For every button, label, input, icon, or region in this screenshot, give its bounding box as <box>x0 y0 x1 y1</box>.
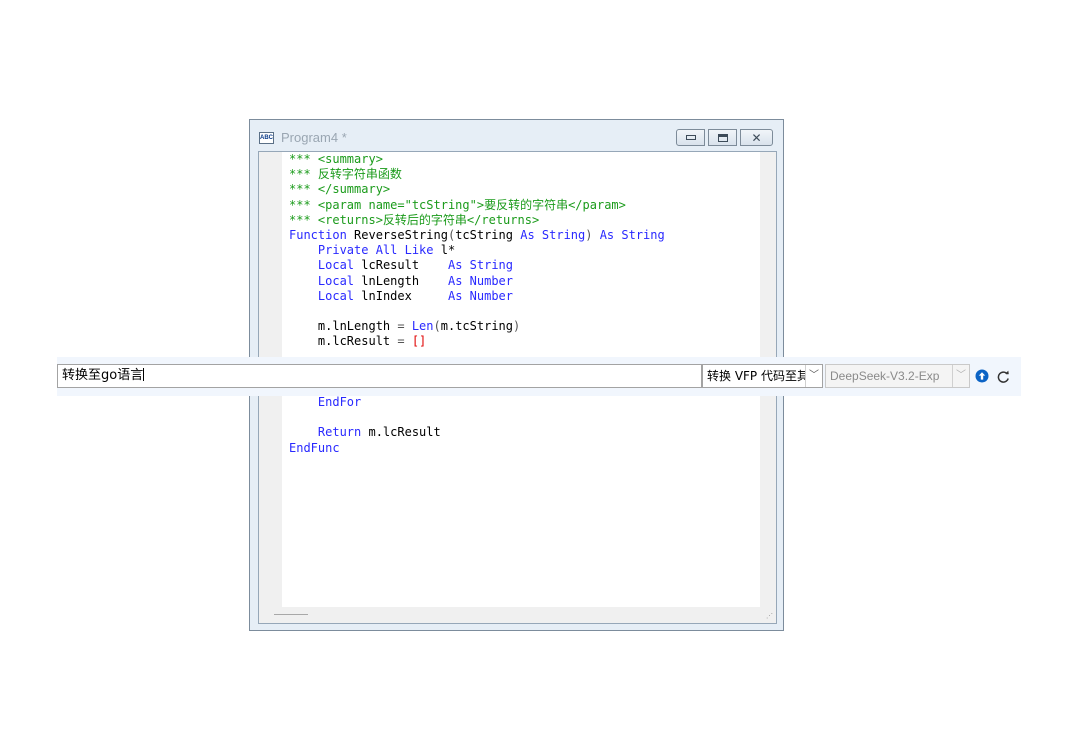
code-line: EndFor <box>289 395 665 410</box>
minimize-icon <box>685 135 696 140</box>
code-token: = <box>397 319 412 334</box>
code-token: Function <box>289 227 355 242</box>
code-token: EndFor <box>317 395 362 409</box>
code-token: Return <box>317 425 369 440</box>
redo-arrow-icon <box>997 370 1009 383</box>
code-token: Len <box>411 319 434 334</box>
horizontal-scroll-thumb[interactable] <box>274 614 308 615</box>
code-line: *** <param name="tcString">要反转的字符串</para… <box>289 198 665 213</box>
code-line: *** 反转字符串函数 <box>289 167 665 182</box>
horizontal-scrollbar[interactable]: ⋰ <box>259 607 776 623</box>
code-token: l* <box>440 243 456 258</box>
code-token: [] <box>411 334 427 349</box>
program-file-icon: ABC <box>259 132 274 144</box>
code-token: m.lcResult <box>368 425 441 440</box>
send-button[interactable] <box>974 368 990 384</box>
code-token: Private All Like <box>317 243 441 258</box>
model-select[interactable]: DeepSeek-V3.2-Exp ﹀ <box>825 364 970 388</box>
redo-button[interactable] <box>995 368 1011 384</box>
code-line: m.lnLength = Len(m.tcString) <box>289 319 665 334</box>
code-token: Local <box>317 288 362 303</box>
code-line: EndFunc <box>289 441 665 456</box>
window-title: Program4 * <box>281 130 347 145</box>
code-token: As String <box>447 258 513 273</box>
code-token: lcResult <box>361 258 448 273</box>
code-token: ) <box>585 227 600 242</box>
code-token: As String <box>599 227 665 242</box>
code-token: lnIndex <box>361 288 448 303</box>
code-token: = <box>397 334 412 349</box>
code-line: Private All Like l* <box>289 243 665 258</box>
action-select-value: 转换 VFP 代码至其 <box>707 369 809 383</box>
text-caret <box>143 368 145 381</box>
action-select[interactable]: 转换 VFP 代码至其 ﹀ <box>702 364 823 388</box>
code-token: Local <box>317 258 362 273</box>
code-line: Function ReverseString(tcString As Strin… <box>289 228 665 243</box>
code-line: Local lnIndex As Number <box>289 289 665 304</box>
chevron-down-icon[interactable]: ﹀ <box>805 365 822 387</box>
prompt-input[interactable]: 转换至go语言 <box>57 364 702 388</box>
code-line: *** <summary> <box>289 152 665 167</box>
code-token: *** <returns>反转后的字符串</returns> <box>289 212 540 227</box>
code-token: ReverseString <box>354 227 448 242</box>
code-token: tcString <box>455 227 521 242</box>
code-token: As String <box>520 227 586 242</box>
code-token: As Number <box>447 288 513 303</box>
code-line: Local lnLength As Number <box>289 274 665 289</box>
code-token: Local <box>317 273 362 288</box>
maximize-icon <box>717 133 728 142</box>
code-line: Local lcResult As String <box>289 258 665 273</box>
close-button[interactable]: ✕ <box>740 129 773 146</box>
code-token: m.lcResult <box>289 334 398 349</box>
code-token: *** 反转字符串函数 <box>289 167 402 182</box>
code-text[interactable]: *** <summary> *** 反转字符串函数 *** </summary> **… <box>289 152 665 456</box>
code-line: Return m.lcResult <box>289 425 665 440</box>
code-token: ( <box>433 319 441 334</box>
code-token: As Number <box>447 273 513 288</box>
code-token: *** <summary> <box>289 152 383 166</box>
ai-prompt-bar: 转换至go语言 转换 VFP 代码至其 ﹀ DeepSeek-V3.2-Exp … <box>57 357 1021 396</box>
code-token: ) <box>513 319 521 334</box>
code-line: *** </summary> <box>289 182 665 197</box>
arrow-up-circle-icon <box>975 369 989 383</box>
maximize-button[interactable] <box>708 129 737 146</box>
title-bar[interactable]: ABC Program4 * ✕ <box>250 120 783 151</box>
code-token: *** </summary> <box>289 182 391 197</box>
code-line: m.lcResult = [] <box>289 334 665 349</box>
code-token: *** <param name="tcString">要反转的字符串</para… <box>289 197 626 212</box>
code-line: *** <returns>反转后的字符串</returns> <box>289 213 665 228</box>
code-token: EndFunc <box>289 440 340 455</box>
prompt-input-value: 转换至go语言 <box>62 368 144 383</box>
model-select-value: DeepSeek-V3.2-Exp <box>830 369 940 383</box>
minimize-button[interactable] <box>676 129 705 146</box>
resize-grip-icon[interactable]: ⋰ <box>766 613 773 620</box>
close-icon: ✕ <box>751 130 762 145</box>
code-token: m.tcString <box>440 319 513 334</box>
chevron-down-icon[interactable]: ﹀ <box>952 365 969 387</box>
code-token: m.lnLength <box>289 319 398 334</box>
code-token: lnLength <box>361 273 448 288</box>
